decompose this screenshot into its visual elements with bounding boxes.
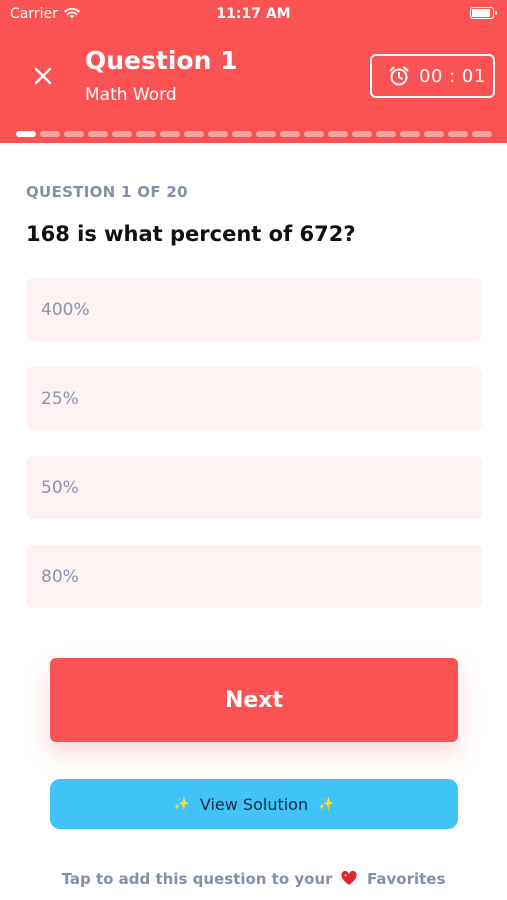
close-icon: [34, 67, 52, 85]
close-button[interactable]: [28, 61, 58, 91]
progress-segment: [184, 131, 204, 137]
answer-option-3[interactable]: 50%: [26, 456, 482, 519]
answer-option-2[interactable]: 25%: [26, 367, 482, 430]
progress-segment: [352, 131, 372, 137]
progress-segment: [16, 131, 36, 137]
progress-segment: [376, 131, 396, 137]
progress-segment: [424, 131, 444, 137]
alarm-clock-icon: [389, 66, 409, 86]
question-counter: QUESTION 1 OF 20: [26, 183, 188, 201]
progress-segment: [472, 131, 492, 137]
status-time: 11:17 AM: [216, 6, 291, 22]
view-solution-button[interactable]: ✨ View Solution ✨: [50, 779, 458, 829]
progress-segment: [232, 131, 252, 137]
progress-segment: [160, 131, 180, 137]
timer-badge: 00 : 01: [370, 54, 495, 98]
page-subtitle: Math Word: [85, 85, 177, 105]
status-bar: Carrier 11:17 AM: [0, 0, 507, 28]
battery-icon: [470, 7, 497, 19]
favorites-suffix: Favorites: [367, 870, 446, 888]
answer-option-4[interactable]: 80%: [26, 545, 482, 608]
heart-icon: [341, 871, 357, 885]
header-bar: Carrier 11:17 AM Question 1 Math Word 00…: [0, 0, 507, 143]
timer-value: 00 : 01: [419, 65, 486, 87]
sparkle-icon: ✨: [318, 796, 335, 812]
progress-segment: [448, 131, 468, 137]
progress-segment: [400, 131, 420, 137]
progress-segment: [112, 131, 132, 137]
favorites-prefix: Tap to add this question to your: [61, 870, 333, 888]
progress-segment: [304, 131, 324, 137]
answer-option-1[interactable]: 400%: [26, 278, 482, 341]
progress-segment: [256, 131, 276, 137]
sparkle-icon: ✨: [173, 796, 190, 812]
progress-segment: [280, 131, 300, 137]
progress-segment: [88, 131, 108, 137]
view-solution-label: View Solution: [199, 794, 309, 814]
progress-segment: [64, 131, 84, 137]
progress-segment: [208, 131, 228, 137]
page-title: Question 1: [85, 46, 238, 75]
progress-segment: [328, 131, 348, 137]
progress-segment: [136, 131, 156, 137]
next-button[interactable]: Next: [50, 658, 458, 742]
question-progress-bar: [16, 131, 492, 137]
add-to-favorites-link[interactable]: Tap to add this question to your Favorit…: [0, 870, 507, 888]
question-text: 168 is what percent of 672?: [26, 222, 356, 246]
progress-segment: [40, 131, 60, 137]
